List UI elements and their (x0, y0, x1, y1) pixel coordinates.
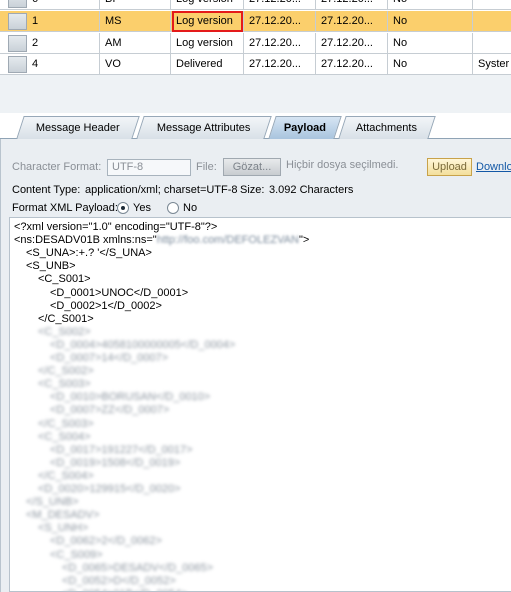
xml-line: <D_0004>4058100000005</D_0004> (50, 338, 236, 351)
download-link[interactable]: Download (476, 161, 511, 173)
xml-line: </C_S002> (38, 365, 94, 378)
format-xml-label: Format XML Payload: (12, 202, 118, 214)
xml-line: <D_0007>ZZ</D_0007> (50, 404, 170, 417)
content-type-value: application/xml; charset=UTF-8 (85, 184, 238, 196)
browse-button[interactable]: Gözat... (223, 158, 281, 176)
xml-line: <C_S003> (38, 378, 91, 391)
table-row[interactable]: 1 MS Log version 27.12.20... 27.12.20...… (0, 11, 511, 32)
cell-type: AM (100, 33, 171, 54)
cell-extra (473, 11, 511, 32)
xml-line: <D_0052>D</D_0052> (62, 574, 176, 587)
table-row[interactable]: 2 AM Log version 27.12.20... 27.12.20...… (0, 33, 511, 54)
cell-flag: No (388, 0, 473, 10)
file-name-field[interactable]: Hiçbir dosya seçilmedi. (282, 158, 422, 175)
row-selector[interactable] (8, 0, 27, 8)
xml-line: <?xml version="1.0" encoding="UTF-8"?> (14, 221, 218, 233)
row-selector[interactable] (8, 13, 27, 30)
cell-date: 27.12.20... (316, 54, 388, 75)
xml-line: <C_S001> (38, 273, 91, 286)
xml-line: <C_S002> (38, 325, 91, 338)
format-yes-label: Yes (133, 202, 151, 214)
xml-line: </C_S001> (38, 312, 94, 325)
tab-attachments[interactable]: Attachments (338, 116, 436, 139)
xml-line: <S_UNH> (38, 522, 89, 535)
cell-date: 27.12.20... (316, 11, 388, 32)
cell-status: Log version (171, 0, 244, 10)
xml-line: <D_0017>191227</D_0017> (50, 443, 193, 456)
xml-line: </C_S003> (38, 417, 94, 430)
cell-type: BI (100, 0, 171, 10)
detail-tabstrip: Message Header Message Attributes Payloa… (0, 113, 511, 139)
size-label: Size: (240, 184, 265, 196)
xml-line: <D_0002>1</D_0002> (50, 299, 162, 312)
cell-number: 4 (27, 54, 100, 75)
row-selector[interactable] (8, 35, 27, 52)
cell-flag: No (388, 54, 473, 75)
cell-extra: Syster (478, 58, 510, 70)
char-format-field[interactable]: UTF-8 (107, 159, 191, 176)
xml-line: <D_0020>129915</D_0020> (38, 483, 181, 495)
cell-date: 27.12.20... (244, 33, 316, 54)
cell-status: Delivered (171, 54, 244, 75)
format-no-label: No (183, 202, 198, 214)
content-type-label: Content Type: (12, 184, 81, 196)
tab-payload[interactable]: Payload (268, 116, 342, 139)
xml-line: <D_0010>BORUSAN</D_0010> (50, 391, 211, 404)
cell-flag: No (388, 11, 473, 32)
xml-payload-viewer[interactable]: <?xml version="1.0" encoding="UTF-8"?> <n… (9, 217, 511, 592)
table-footer-space (0, 75, 511, 113)
table-row[interactable]: 6 BI Log version 27.12.20... 27.12.20...… (0, 0, 511, 10)
xml-line: <ns:DESADV01B xmlns:ns="http://foo.com/D… (14, 234, 310, 247)
xml-line: <M_DESADV> (26, 509, 100, 522)
cell-status: Log version (171, 33, 244, 54)
cell-number: 2 (27, 33, 100, 54)
xml-line: <S_UNB> (26, 260, 76, 273)
tab-message-attributes[interactable]: Message Attributes (136, 116, 272, 139)
cell-type: VO (100, 54, 171, 75)
tab-message-header[interactable]: Message Header (16, 116, 140, 139)
xml-line: <D_0065>DESADV</D_0065> (62, 561, 214, 574)
xml-line: <D_0019>1508</D_0019> (50, 456, 181, 469)
upload-button[interactable]: Upload (427, 158, 472, 176)
xml-line: <S_UNA>:+.? '</S_UNA> (26, 247, 152, 260)
cell-extra (473, 0, 511, 10)
xml-line: <D_0001>UNOC</D_0001> (50, 286, 189, 299)
format-yes-radio[interactable] (117, 202, 129, 214)
cell-date: 27.12.20... (244, 11, 316, 32)
payload-panel: Character Format: UTF-8 File: Gözat... H… (0, 139, 511, 592)
cell-flag: No (388, 33, 473, 54)
file-label: File: (196, 161, 217, 173)
cell-number: 6 (27, 0, 100, 10)
cell-date: 27.12.20... (244, 0, 316, 10)
xml-line: </S_UNB> (26, 496, 79, 509)
cell-date: 27.12.20... (316, 33, 388, 54)
table-row[interactable]: 4 VO Delivered 27.12.20... 27.12.20... N… (0, 54, 511, 75)
format-no-radio[interactable] (167, 202, 179, 214)
cell-date: 27.12.20... (244, 54, 316, 75)
char-format-label: Character Format: (12, 161, 102, 173)
xml-line: <D_0054>01B</D_0054> (62, 588, 187, 591)
xml-line: <D_0062>2</D_0062> (50, 535, 162, 548)
row-selector[interactable] (8, 56, 27, 73)
cell-type: MS (100, 11, 171, 32)
cell-date: 27.12.20... (316, 0, 388, 10)
xml-line: <D_0007>14</D_0007> (50, 352, 169, 364)
xml-line: <C_S004> (38, 430, 91, 443)
status-highlight-box (172, 11, 243, 32)
xml-line: <C_S009> (50, 548, 103, 561)
cell-number: 1 (27, 11, 100, 32)
size-value: 3.092 Characters (269, 184, 354, 196)
cell-extra (473, 33, 511, 54)
xml-line: </C_S004> (38, 469, 94, 482)
